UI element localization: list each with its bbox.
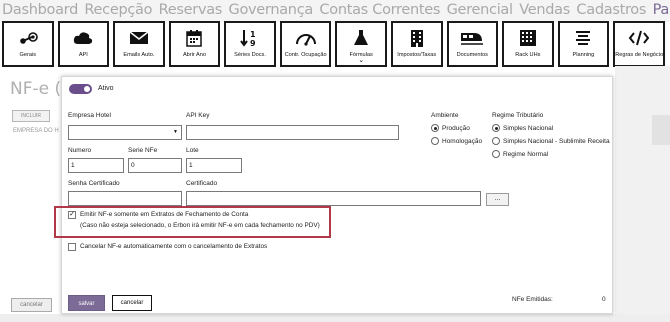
regime-normal-label: Regime Normal	[503, 151, 549, 158]
nav-dashboard[interactable]: Dashboard	[2, 2, 78, 18]
regime-simples-radio[interactable]	[492, 124, 500, 132]
ambiente-homologacao-label: Homologação	[442, 138, 483, 145]
svg-text:1: 1	[250, 30, 256, 39]
sort-numeric-icon: 19	[237, 27, 263, 49]
toolbar-label: Gerais	[19, 52, 37, 58]
toolbar-label: Emails Auto.	[123, 52, 155, 58]
ambiente-producao-radio[interactable]	[431, 124, 439, 132]
emitir-nfe-checkbox[interactable]: ✓	[68, 211, 76, 219]
regime-normal-radio[interactable]	[492, 150, 500, 158]
chevron-down-icon: ⌄	[358, 57, 365, 64]
serie-input[interactable]: 0	[128, 158, 182, 173]
active-toggle[interactable]	[69, 84, 92, 94]
cloud-icon	[70, 27, 96, 49]
certificado-input[interactable]	[186, 191, 481, 206]
nav-vendas[interactable]: Vendas	[519, 2, 570, 18]
api-key-input[interactable]	[186, 125, 399, 140]
cancel-button[interactable]: cancelar	[112, 295, 152, 311]
regime-simples-label: Simples Nacional	[503, 125, 554, 132]
building-icon	[404, 27, 430, 49]
api-key-label: API Key	[186, 112, 210, 119]
nav-recepcao[interactable]: Recepção	[84, 2, 152, 18]
toolbar-rack-button[interactable]: Rack UHs	[503, 22, 553, 66]
background-panel	[615, 66, 670, 322]
nav-parametros[interactable]: Parâmetros	[653, 2, 670, 18]
toolbar-label: Séries Docs.	[234, 52, 266, 58]
toggle-knob	[84, 86, 90, 92]
toolbar-label: Documentos	[456, 52, 488, 58]
save-button[interactable]: salvar	[68, 295, 105, 311]
toolbar-gerais-button[interactable]: Gerais	[3, 22, 53, 66]
grid-icon	[515, 27, 541, 49]
emitir-nfe-note: (Caso não esteja selecionado, o Erbon ir…	[80, 222, 320, 229]
mail-icon	[126, 27, 152, 49]
calendar-icon	[181, 27, 207, 49]
toolbar-label: Impostos/Taxas	[397, 52, 437, 58]
nfe-emitidas-label: NFe Emitidas:	[512, 296, 553, 303]
dropdown-arrow-icon: ▼	[173, 129, 178, 135]
toolbar-label: Contr. Ocupação	[284, 52, 327, 58]
toolbar-ocupacao-button[interactable]: Contr. Ocupação	[280, 22, 331, 66]
background-footer	[0, 314, 670, 322]
active-label: Ativo	[98, 85, 114, 92]
ambiente-label: Ambiente	[431, 112, 459, 119]
regime-tributario-label: Regime Tributário	[492, 112, 544, 119]
browse-button[interactable]: ...	[486, 193, 509, 206]
nav-gerencial[interactable]: Gerencial	[447, 2, 513, 18]
ambiente-producao-label: Produção	[442, 125, 470, 132]
emitir-nfe-label: Emitir NF-e somente em Extratos de Fecha…	[80, 211, 249, 218]
nav-cadastros[interactable]: Cadastros	[576, 2, 646, 18]
lote-label: Lote	[186, 147, 199, 154]
regime-sublimite-radio[interactable]	[492, 137, 500, 145]
toolbar-emails-button[interactable]: Emails Auto.	[114, 22, 164, 66]
nfe-config-modal: Ativo Empresa Hotel ▼ API Key Numero 1 S…	[54, 76, 613, 314]
toolbar-regras-button[interactable]: Regras de Negócio	[614, 22, 665, 66]
empresa-hotel-select[interactable]: ▼	[68, 125, 182, 140]
code-icon	[626, 27, 652, 49]
train-icon	[459, 27, 485, 49]
empresa-hotel-label: Empresa Hotel	[68, 112, 111, 119]
cancelar-nfe-label: Cancelar NF-e automaticamente com o canc…	[80, 243, 268, 250]
toolbar-label: Planning	[572, 52, 595, 58]
include-button[interactable]: INCLUIR	[12, 110, 50, 122]
toolbar-planning-button[interactable]: Planning	[558, 22, 609, 66]
toolbar-documentos-button[interactable]: Documentos	[447, 22, 498, 66]
toolbar-formulas-button[interactable]: Fórmulas ⌄	[336, 22, 386, 66]
toolbar-api-button[interactable]: API	[58, 22, 109, 66]
column-header-empresa: EMPRESA DO H	[13, 128, 59, 134]
ambiente-homologacao-radio[interactable]	[431, 137, 439, 145]
nav-reservas[interactable]: Reservas	[159, 2, 223, 18]
regime-sublimite-label: Simples Nacional - Sublimite Receita	[503, 138, 610, 145]
align-center-icon	[570, 27, 596, 49]
nav-governanca[interactable]: Governança	[229, 2, 314, 18]
serie-label: Serie NFe	[128, 147, 158, 154]
top-nav: Dashboard Recepção Reservas Governança C…	[0, 0, 670, 22]
gauge-icon	[293, 27, 319, 49]
senha-certificado-label: Senha Certificado	[68, 180, 120, 187]
parameters-toolbar: Gerais API Emails Auto. Abrir Ano 19 Sér…	[3, 22, 670, 66]
toolbar-label: Abrir Ano	[182, 52, 206, 58]
nav-contas-correntes[interactable]: Contas Correntes	[319, 2, 440, 18]
svg-text:9: 9	[250, 39, 256, 47]
steam-icon	[15, 27, 41, 49]
toolbar-impostos-button[interactable]: Impostos/Taxas	[391, 22, 442, 66]
background-scrollbar[interactable]	[652, 115, 670, 145]
toolbar-series-button[interactable]: 19 Séries Docs.	[225, 22, 275, 66]
background-cancel-button[interactable]: cancelar	[11, 298, 52, 312]
toolbar-label: Rack UHs	[515, 52, 541, 58]
senha-certificado-input[interactable]	[68, 191, 182, 206]
toolbar-label: API	[78, 52, 88, 58]
numero-label: Numero	[68, 147, 92, 154]
checkmark-icon: ✓	[69, 211, 75, 218]
cancelar-nfe-checkbox[interactable]	[68, 243, 76, 251]
toolbar-abrir-ano-button[interactable]: Abrir Ano	[169, 22, 220, 66]
numero-input[interactable]: 1	[68, 158, 124, 173]
toolbar-label: Regras de Negócio	[615, 52, 664, 58]
lote-input[interactable]: 1	[186, 158, 242, 173]
nfe-emitidas-value: 0	[602, 296, 606, 303]
flask-icon	[348, 27, 374, 49]
certificado-label: Certificado	[186, 180, 218, 187]
